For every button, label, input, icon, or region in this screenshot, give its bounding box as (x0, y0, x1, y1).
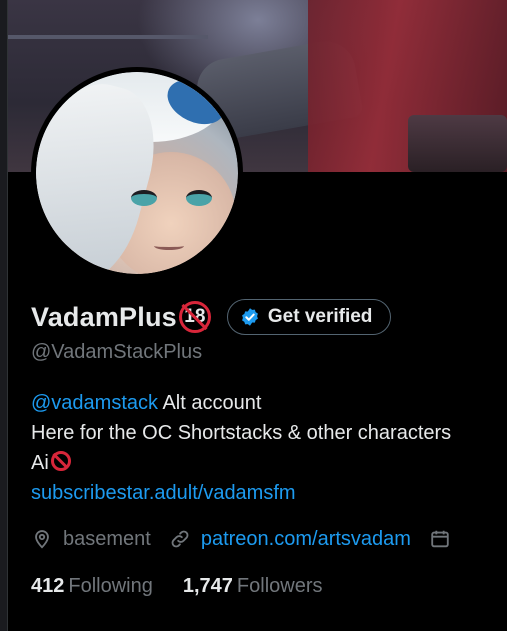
verified-badge-icon (241, 308, 258, 326)
link-icon (171, 530, 189, 548)
display-name: VadamPlus (31, 301, 177, 332)
no-entry-icon (50, 451, 71, 471)
following-stat[interactable]: 412 Following (31, 575, 153, 598)
profile-bio: @vadamstack Alt account Here for the OC … (31, 388, 507, 508)
calendar-icon (431, 530, 449, 548)
bio-line-1: @vadamstack Alt account (31, 392, 262, 414)
followers-label: Followers (236, 574, 323, 597)
following-label: Following (68, 574, 153, 597)
followers-stat[interactable]: 1,747 Followers (183, 575, 323, 598)
location-pin-icon (35, 530, 49, 549)
joined-item (429, 528, 451, 550)
location-item: basement (31, 528, 151, 551)
bio-line-3: Ai (31, 448, 507, 478)
get-verified-label: Get verified (267, 306, 373, 327)
no-under-18-icon: 18 (178, 301, 211, 333)
bio-mention-link[interactable]: @vadamstack (31, 392, 158, 414)
website-link[interactable]: patreon.com/artsvadam (201, 528, 411, 551)
profile-name-row: VadamPlus 18 Get verified (31, 297, 392, 337)
location-text: basement (63, 527, 151, 550)
bio-line-4: subscribestar.adult/vadamsfm (31, 478, 507, 508)
website-item: patreon.com/artsvadam (169, 528, 411, 551)
followers-count: 1,747 (182, 574, 233, 597)
profile-stats: 412 Following 1,747 Followers (31, 571, 353, 601)
bio-external-link[interactable]: subscribestar.adult/vadamsfm (31, 482, 296, 504)
bio-line-2: Here for the OC Shortstacks & other char… (31, 422, 452, 444)
profile-handle: @VadamStackPlus (31, 341, 203, 363)
following-count: 412 (31, 574, 65, 597)
profile-avatar[interactable] (31, 67, 243, 279)
profile-meta: basement patreon.com/artsvadam (31, 524, 469, 554)
get-verified-button[interactable]: Get verified (226, 299, 392, 335)
window-frame-left (0, 0, 8, 631)
